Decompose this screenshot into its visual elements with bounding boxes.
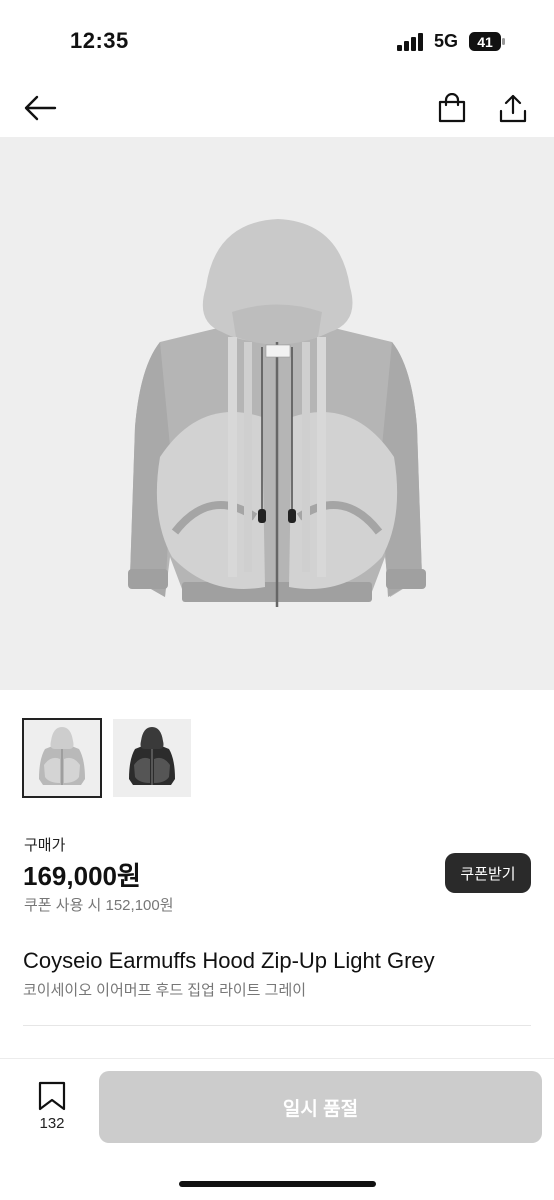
cart-button[interactable] [432, 88, 472, 128]
coupon-price-text: 쿠폰 사용 시 152,100원 [24, 897, 174, 914]
status-bar: 12:35 5G 41 [0, 0, 554, 80]
product-name-ko: 코이세이오 이어머프 후드 집업 라이트 그레이 [23, 982, 307, 999]
back-button[interactable] [20, 88, 60, 128]
price-amount: 169,000원 [23, 861, 141, 891]
get-coupon-button[interactable]: 쿠폰받기 [445, 853, 531, 893]
shopping-bag-icon [438, 93, 466, 123]
cellular-signal-icon [397, 33, 423, 51]
hoodie-thumbnail-light [39, 727, 85, 785]
image-thumbnails [22, 718, 191, 798]
network-type: 5G [434, 31, 459, 51]
sold-out-button[interactable]: 일시 품절 [99, 1071, 542, 1143]
bookmark-icon [38, 1081, 66, 1111]
thumbnail-light-grey[interactable] [22, 718, 102, 798]
status-time: 12:35 [70, 28, 129, 53]
hoodie-thumbnail-dark [129, 727, 175, 785]
share-icon [499, 94, 527, 123]
hoodie-illustration [128, 219, 426, 607]
product-main-image[interactable] [0, 137, 554, 690]
wishlist-count: 132 [39, 1115, 65, 1132]
thumbnail-black[interactable] [113, 719, 191, 797]
home-indicator [179, 1181, 376, 1187]
product-name-en: Coyseio Earmuffs Hood Zip-Up Light Grey [23, 948, 435, 973]
top-nav-bar [0, 80, 554, 136]
battery-icon: 41 [469, 32, 505, 51]
section-divider [23, 1025, 531, 1026]
arrow-left-icon [24, 95, 57, 121]
wishlist-button[interactable]: 132 [30, 1081, 74, 1137]
share-button[interactable] [493, 88, 533, 128]
bottom-action-bar: 132 일시 품절 [0, 1058, 554, 1200]
price-label: 구매가 [24, 837, 66, 854]
battery-level: 41 [477, 33, 493, 50]
